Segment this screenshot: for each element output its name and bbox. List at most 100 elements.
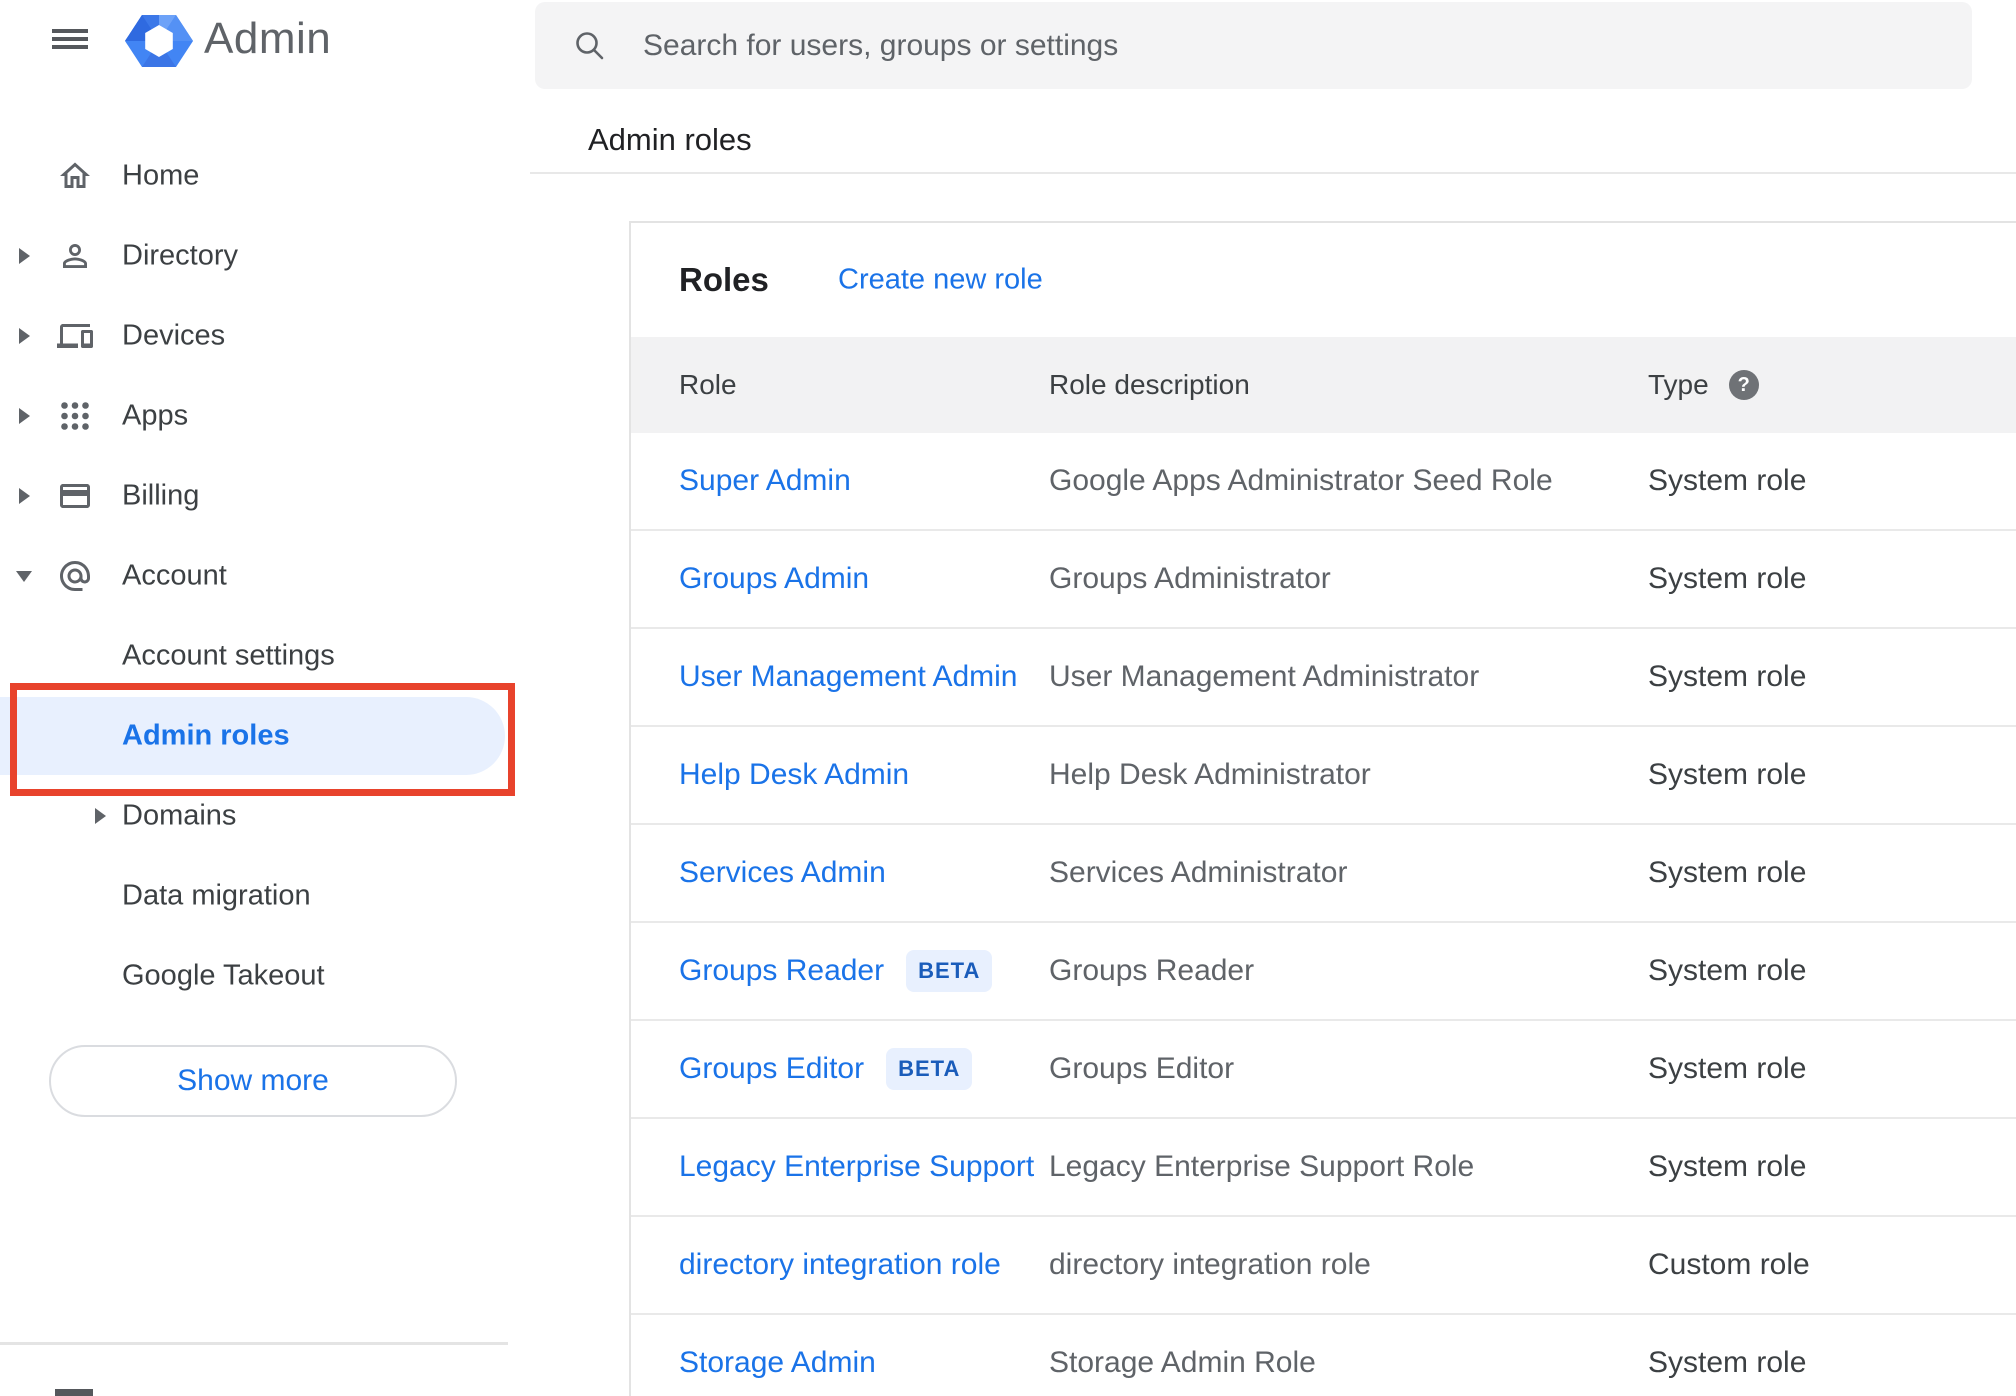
- role-link[interactable]: Groups Reader: [679, 954, 884, 988]
- chevron-right-icon[interactable]: [19, 408, 30, 424]
- roles-card-header: Roles Create new role: [631, 223, 2016, 337]
- sidebar-item-data-migration[interactable]: Data migration: [0, 856, 530, 936]
- role-description: Storage Admin Role: [1049, 1346, 1316, 1379]
- role-link[interactable]: Groups Editor: [679, 1052, 864, 1086]
- role-type: System role: [1648, 464, 1807, 497]
- sidebar-item-label: Account: [122, 559, 227, 592]
- admin-console-screen: Admin Home Directory Devices Apps Billin…: [0, 0, 2016, 1396]
- sidebar-item-home[interactable]: Home: [0, 136, 530, 216]
- chevron-right-icon[interactable]: [19, 488, 30, 504]
- table-row: Storage Admin Storage Admin Role System …: [631, 1315, 2016, 1396]
- sidebar-item-devices[interactable]: Devices: [0, 296, 530, 376]
- header-divider: [530, 172, 2016, 174]
- role-description: User Management Administrator: [1049, 660, 1480, 693]
- search-input[interactable]: [643, 28, 1972, 63]
- table-row: User Management Admin User Management Ad…: [631, 629, 2016, 727]
- search-bar[interactable]: [535, 2, 1972, 89]
- sidebar-item-domains[interactable]: Domains: [0, 776, 530, 856]
- role-description: Help Desk Administrator: [1049, 758, 1371, 791]
- role-link[interactable]: Storage Admin: [679, 1346, 876, 1380]
- search-icon: [573, 29, 607, 63]
- sidebar: Admin Home Directory Devices Apps Billin…: [0, 0, 530, 1396]
- role-link[interactable]: User Management Admin: [679, 660, 1018, 694]
- sidebar-item-label: Directory: [122, 239, 239, 272]
- role-type: System role: [1648, 1150, 1807, 1183]
- sidebar-subitem-label: Google Takeout: [122, 959, 325, 992]
- sidebar-divider: [0, 1342, 508, 1345]
- role-link[interactable]: Groups Admin: [679, 562, 869, 596]
- column-header-type: Type ?: [1648, 369, 2016, 401]
- menu-icon[interactable]: [52, 29, 88, 49]
- sidebar-subitem-label: Data migration: [122, 879, 311, 912]
- beta-badge: BETA: [906, 950, 993, 992]
- product-name: Admin: [204, 14, 332, 63]
- roles-card: Roles Create new role Role Role descript…: [629, 221, 2016, 1396]
- sidebar-subitem-label: Account settings: [122, 639, 335, 672]
- role-type: System role: [1648, 1346, 1807, 1379]
- chevron-right-icon[interactable]: [95, 808, 106, 824]
- directory-icon: [56, 237, 94, 275]
- sidebar-item-billing[interactable]: Billing: [0, 456, 530, 536]
- sidebar-item-label: Devices: [122, 319, 226, 352]
- column-header-type-label: Type: [1648, 369, 1709, 400]
- sidebar-item-label: Billing: [122, 479, 200, 512]
- show-more-button[interactable]: Show more: [49, 1045, 457, 1117]
- role-description: Groups Administrator: [1049, 562, 1331, 595]
- sidebar-item-label: Home: [122, 159, 200, 192]
- card-title: Roles: [679, 261, 769, 298]
- help-icon[interactable]: ?: [1728, 370, 1759, 400]
- sidebar-subitem-label: Domains: [122, 799, 237, 832]
- role-type: System role: [1648, 954, 1807, 987]
- role-type: System role: [1648, 562, 1807, 595]
- role-description: Services Administrator: [1049, 856, 1348, 889]
- role-type: System role: [1648, 660, 1807, 693]
- sidebar-item-apps[interactable]: Apps: [0, 376, 530, 456]
- role-type: System role: [1648, 758, 1807, 791]
- role-link[interactable]: directory integration role: [679, 1248, 1001, 1282]
- chevron-right-icon[interactable]: [19, 248, 30, 264]
- home-icon: [56, 157, 94, 195]
- table-header-row: Role Role description Type ?: [631, 337, 2016, 433]
- sidebar-header: Admin: [0, 0, 530, 80]
- table-row: Groups Editor BETA Groups Editor System …: [631, 1021, 2016, 1119]
- column-header-description: Role description: [1049, 369, 1250, 400]
- table-row: directory integration role directory int…: [631, 1217, 2016, 1315]
- role-link[interactable]: Super Admin: [679, 464, 851, 498]
- admin-logo-icon: [125, 13, 193, 74]
- table-row: Super Admin Google Apps Administrator Se…: [631, 433, 2016, 531]
- credit-card-icon: [56, 477, 94, 515]
- devices-icon: [56, 317, 94, 355]
- beta-badge: BETA: [886, 1048, 973, 1090]
- role-type: Custom role: [1648, 1248, 1810, 1281]
- chevron-right-icon[interactable]: [19, 328, 30, 344]
- table-body: Super Admin Google Apps Administrator Se…: [631, 433, 2016, 1396]
- partial-icon: [55, 1389, 93, 1396]
- table-row: Help Desk Admin Help Desk Administrator …: [631, 727, 2016, 825]
- table-row: Groups Reader BETA Groups Reader System …: [631, 923, 2016, 1021]
- sidebar-item-account-settings[interactable]: Account settings: [0, 616, 530, 696]
- sidebar-nav: Home Directory Devices Apps Billing Acco…: [0, 136, 530, 1117]
- column-header-role: Role: [679, 369, 737, 400]
- chevron-down-icon[interactable]: [16, 571, 32, 582]
- role-link[interactable]: Services Admin: [679, 856, 886, 890]
- table-row: Legacy Enterprise Support Legacy Enterpr…: [631, 1119, 2016, 1217]
- role-type: System role: [1648, 1052, 1807, 1085]
- role-description: Legacy Enterprise Support Role: [1049, 1150, 1475, 1183]
- sidebar-item-label: Apps: [122, 399, 189, 432]
- role-description: Groups Editor: [1049, 1052, 1235, 1085]
- role-description: directory integration role: [1049, 1248, 1371, 1281]
- role-link[interactable]: Legacy Enterprise Support: [679, 1150, 1034, 1184]
- table-row: Services Admin Services Administrator Sy…: [631, 825, 2016, 923]
- role-link[interactable]: Help Desk Admin: [679, 758, 909, 792]
- sidebar-item-account[interactable]: Account: [0, 536, 530, 616]
- sidebar-item-admin-roles[interactable]: Admin roles: [0, 683, 530, 796]
- role-description: Groups Reader: [1049, 954, 1255, 987]
- apps-grid-icon: [56, 397, 94, 435]
- create-new-role-link[interactable]: Create new role: [838, 264, 1043, 297]
- at-sign-icon: [56, 557, 94, 595]
- sidebar-subitem-label: Admin roles: [122, 719, 290, 752]
- main-content: Admin roles Roles Create new role Role R…: [530, 0, 2016, 1396]
- sidebar-item-directory[interactable]: Directory: [0, 216, 530, 296]
- sidebar-item-google-takeout[interactable]: Google Takeout: [0, 936, 530, 1016]
- breadcrumb: Admin roles: [588, 122, 752, 157]
